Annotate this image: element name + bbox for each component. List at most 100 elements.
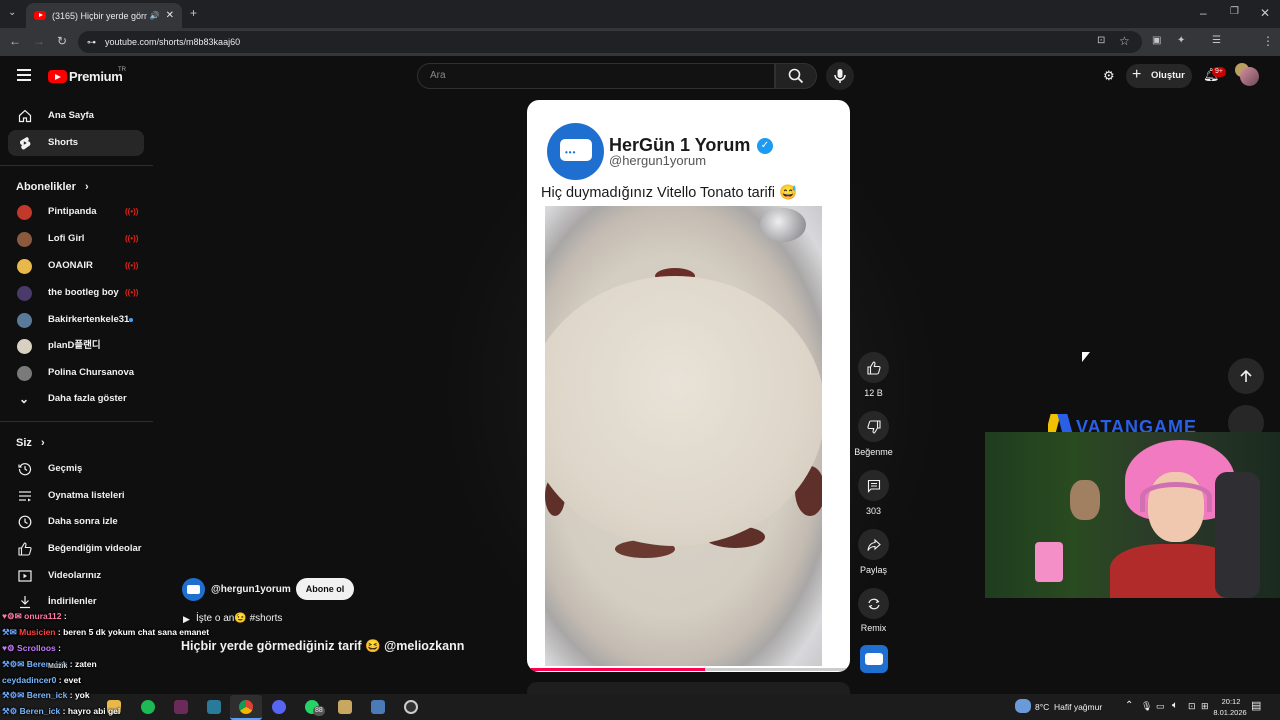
sidebar-item-history[interactable]: Geçmiş: [8, 456, 144, 482]
remix-button[interactable]: [858, 588, 889, 619]
dev-tools-icon[interactable]: ⚙: [1103, 68, 1115, 84]
url-field[interactable]: ⊶ youtube.com/shorts/m8b83kaaj60: [78, 31, 1142, 53]
forward-icon[interactable]: →: [33, 35, 45, 47]
hamburger-menu-icon[interactable]: [17, 69, 31, 81]
tab-title: (3165) Hiçbir yerde görmed: [52, 10, 147, 21]
bookmark-star-icon[interactable]: ☆: [1119, 35, 1130, 47]
sidebar-item-bakirkertenkele31[interactable]: Bakirkertenkele31: [8, 307, 144, 333]
share-button[interactable]: [858, 529, 889, 560]
sidebar-item-oaonair[interactable]: OAONAIR ((•)): [8, 253, 144, 279]
browser-tab[interactable]: (3165) Hiçbir yerde görmed 🔊 ✕: [26, 3, 182, 28]
logo-text[interactable]: Premium: [69, 69, 123, 84]
sauce-plate: [545, 276, 822, 546]
discord-icon[interactable]: [272, 700, 286, 714]
search-input[interactable]: Ara: [417, 63, 775, 89]
remix-icon: [867, 598, 880, 609]
sidebar-item-label: the bootleg boy: [48, 287, 119, 298]
video-progress-track[interactable]: [527, 668, 850, 671]
reading-list-icon[interactable]: ☰: [1212, 36, 1221, 46]
youtube-logo-icon[interactable]: [48, 70, 67, 83]
meta-channel-avatar[interactable]: [182, 578, 205, 601]
menu-icon[interactable]: ⋮: [1262, 35, 1274, 47]
youtube-favicon-icon: [34, 11, 46, 20]
install-icon[interactable]: ⊡: [1097, 36, 1105, 46]
site-info-icon[interactable]: ⊶: [87, 31, 96, 53]
chrome-icon: [239, 700, 253, 714]
short-caption: Hiç duymadığınız Vitello Tonato tarifi 😅: [541, 185, 798, 201]
new-tab-icon[interactable]: +: [190, 7, 197, 19]
voice-search-button[interactable]: [826, 62, 854, 90]
like-button[interactable]: [858, 352, 889, 383]
sidebar-item-shorts[interactable]: Shorts: [8, 130, 144, 156]
show-more-button[interactable]: ⌄ Daha fazla göster: [8, 386, 144, 412]
sidebar-item-the-bootleg-boy[interactable]: the bootleg boy ((•)): [8, 280, 144, 306]
tray-volume-icon[interactable]: 🔈︎: [1172, 700, 1178, 711]
remix-label: Remix: [860, 623, 887, 633]
app-icon[interactable]: [371, 700, 385, 714]
account-avatar[interactable]: [1240, 67, 1259, 86]
sidebar-item-label: Shorts: [48, 137, 79, 148]
chat-text: : beren 5 dk yokum chat sana emanet: [57, 627, 210, 637]
dislike-button[interactable]: [858, 411, 889, 442]
sidebar-item-home[interactable]: Ana Sayfa: [8, 103, 144, 129]
sidebar-item-pland[interactable]: planD플랜디: [8, 333, 144, 359]
shorts-video-player[interactable]: ••• HerGün 1 Yorum ✓ @hergun1yorum Hiç d…: [527, 100, 850, 672]
you-section-title[interactable]: Siz ›: [16, 437, 45, 449]
tab-list-icon[interactable]: ⌄: [8, 8, 16, 18]
verified-badge-icon: ✓: [757, 138, 773, 154]
live-icon: ((•)): [125, 288, 139, 297]
app-icon[interactable]: [174, 700, 188, 714]
sidebar-item-polina-chursanova[interactable]: Polina Chursanova: [8, 360, 144, 386]
tray-chevron-icon[interactable]: ⌃: [1125, 700, 1133, 711]
close-window-icon[interactable]: ✕: [1260, 7, 1270, 19]
create-button[interactable]: + Oluştur: [1126, 64, 1192, 88]
meta-description[interactable]: İşte o an😉 #shorts: [196, 613, 282, 624]
sidebar-item-pintipanda[interactable]: Pintipanda ((•)): [8, 199, 144, 225]
tab-audio-icon[interactable]: 🔊: [150, 11, 160, 20]
live-icon: ((•)): [125, 261, 139, 270]
arrow-up-icon: [1240, 369, 1252, 382]
tray-network-icon[interactable]: ▭: [1156, 701, 1165, 712]
subscribe-button[interactable]: Abone ol: [296, 578, 354, 600]
minimize-icon[interactable]: –: [1200, 7, 1207, 19]
tray-mic-icon[interactable]: 🎙︎: [1141, 701, 1152, 712]
sidebar-item-playlists[interactable]: Oynatma listeleri: [8, 483, 144, 509]
sidebar-item-label: Oynatma listeleri: [48, 490, 125, 501]
avatar: [17, 339, 32, 354]
extension-icon[interactable]: ▣: [1152, 36, 1161, 46]
sidebar-item-label: Geçmiş: [48, 463, 83, 474]
subscriptions-title[interactable]: Abonelikler ›: [16, 181, 89, 193]
sidebar-item-watch-later[interactable]: Daha sonra izle: [8, 509, 144, 535]
chat-message: ♥⚙✉ onura112 :: [2, 611, 67, 622]
puzzle-icon[interactable]: ✦: [1177, 36, 1185, 46]
chat-text: : zaten: [69, 659, 97, 669]
sidebar-item-label: Polina Chursanova: [48, 367, 135, 378]
video-frame-image: [545, 206, 822, 666]
comments-button[interactable]: [858, 470, 889, 501]
back-icon[interactable]: ←: [9, 35, 21, 47]
streamer-headset: [1140, 482, 1212, 512]
sidebar-item-lofi-girl[interactable]: Lofi Girl ((•)): [8, 226, 144, 252]
tray-display-icon[interactable]: ⊡: [1188, 701, 1196, 712]
sidebar-item-label: OAONAIR: [48, 260, 93, 271]
app-icon[interactable]: [207, 700, 221, 714]
reload-icon[interactable]: ↻: [57, 35, 67, 47]
meta-channel-name[interactable]: @hergun1yorum: [211, 584, 291, 595]
sidebar-item-your-videos[interactable]: Videolarınız: [8, 563, 144, 589]
obs-icon[interactable]: [404, 700, 418, 714]
league-icon[interactable]: [338, 700, 352, 714]
clock-time[interactable]: 20:12: [1206, 697, 1256, 706]
restore-icon[interactable]: ❐: [1230, 7, 1239, 17]
previous-short-button[interactable]: [1228, 358, 1264, 394]
chevron-right-icon: ›: [40, 437, 45, 449]
weather-text[interactable]: 8°C Hafif yağmur: [1035, 702, 1102, 712]
sidebar-item-liked-videos[interactable]: Beğendiğim videolar: [8, 536, 144, 562]
plus-icon: +: [1132, 66, 1142, 83]
meta-title[interactable]: Hiçbir yerde görmediğiniz tarif 😆 @melio…: [181, 639, 464, 654]
channel-thumbnail-button[interactable]: [860, 645, 888, 673]
chat-badge-icon: ⚒⚙✉: [2, 690, 25, 700]
spotify-icon[interactable]: [141, 700, 155, 714]
notification-center-icon[interactable]: ▤: [1251, 699, 1261, 712]
tab-close-icon[interactable]: ✕: [166, 10, 174, 21]
search-button[interactable]: [775, 63, 817, 89]
